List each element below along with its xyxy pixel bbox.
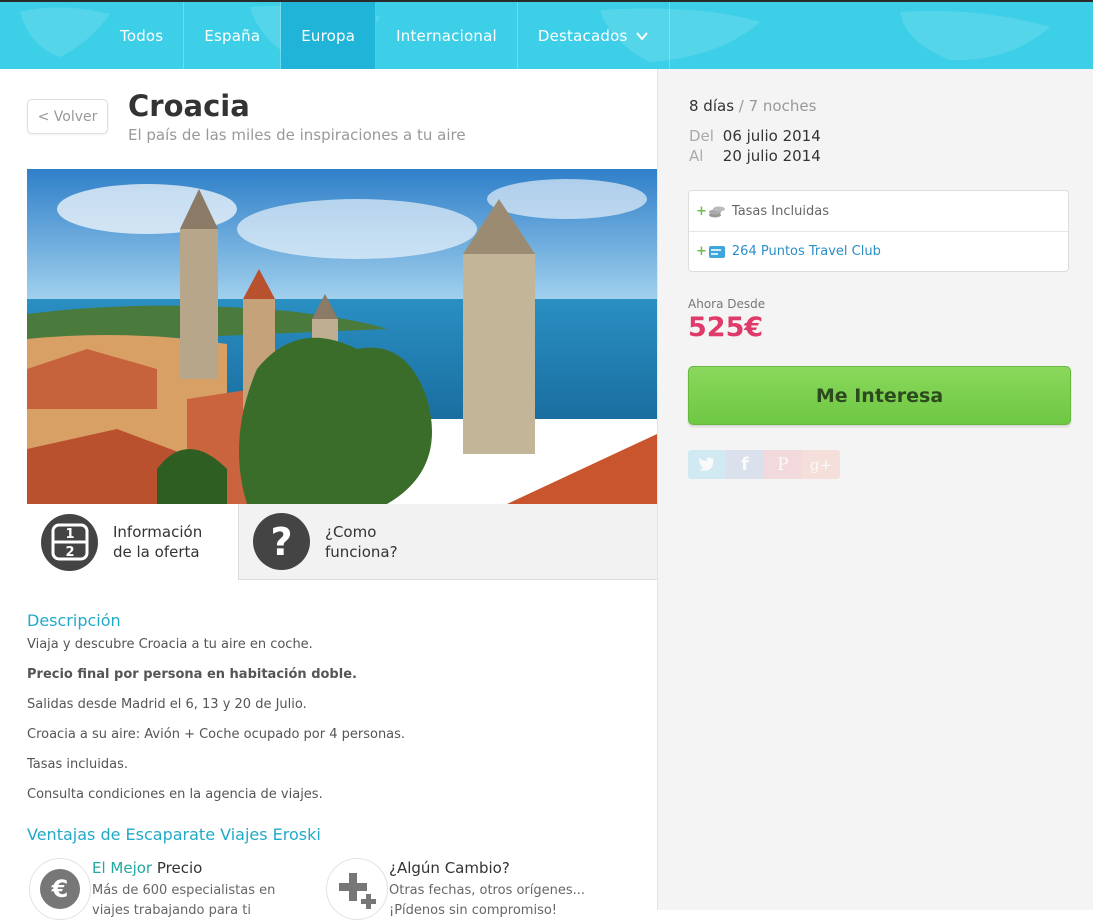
description-line: Precio final por persona en habitación d…	[27, 667, 357, 682]
half-icon: 1 2	[41, 513, 98, 571]
description-line: Salidas desde Madrid el 6, 13 y 20 de Ju…	[27, 697, 307, 712]
advantage-text-line1: Más de 600 especialistas en	[92, 883, 276, 898]
me-interesa-button[interactable]: Me Interesa	[688, 366, 1071, 425]
offer-tabs: 1 2 Información de la oferta ? ¿Como fun…	[27, 504, 657, 580]
extra-label: 264 Puntos Travel Club	[731, 244, 881, 259]
question-icon-glyph: ?	[270, 519, 293, 564]
description-heading: Descripción	[27, 611, 121, 630]
nights-count: / 7 noches	[738, 97, 817, 115]
chevron-down-icon	[636, 31, 649, 41]
offer-main-content: < Volver Croacia El país de las miles de…	[0, 69, 657, 920]
nav-item-label: Europa	[301, 26, 356, 45]
return-label: Al	[689, 147, 704, 165]
half-icon-bottom-digit: 2	[65, 545, 74, 560]
price-value: 525€	[688, 312, 764, 343]
google-plus-icon: g+	[809, 455, 833, 474]
advantage-title: El Mejor Precio	[92, 859, 202, 877]
tab-offer-info[interactable]: 1 2 Información de la oferta	[27, 504, 238, 580]
included-extras: + Tasas Incluidas + 264 Puntos Travel Cl…	[688, 190, 1069, 272]
cta-label: Me Interesa	[815, 384, 944, 407]
euro-icon: €	[29, 858, 91, 920]
tab-label-line1: ¿Como	[325, 522, 377, 541]
advantage-text-line2: ¡Pídenos sin compromiso!	[389, 903, 558, 918]
tab-label-line2: de la oferta	[113, 543, 200, 561]
advantage-text: Más de 600 especialistas en viajes traba…	[92, 881, 292, 921]
advantage-title-rest: ¿Algún Cambio?	[389, 859, 510, 877]
twitter-share-button[interactable]	[688, 450, 726, 479]
description-line: Tasas incluidas.	[27, 757, 128, 772]
nav-item-label: España	[204, 26, 261, 45]
days-count: 8 días	[689, 97, 735, 115]
advantages-heading: Ventajas de Escaparate Viajes Eroski	[27, 825, 321, 844]
page-subtitle: El país de las miles de inspiraciones a …	[128, 126, 466, 144]
pinterest-icon: P	[777, 454, 789, 475]
google-plus-share-button[interactable]: g+	[802, 450, 840, 479]
nav-item-label: Destacados	[537, 26, 628, 45]
extra-travel-club[interactable]: + 264 Puntos Travel Club	[689, 231, 1068, 271]
plus-icon	[326, 858, 388, 920]
question-icon: ?	[253, 513, 310, 570]
description-line: Viaja y descubre Croacia a tu aire en co…	[27, 637, 313, 652]
return-date: Al 20 julio 2014	[689, 147, 821, 165]
description-line: Croacia a su aire: Avión + Coche ocupado…	[27, 727, 406, 742]
euro-icon-glyph: €	[51, 875, 69, 903]
plus-icon: +	[696, 203, 707, 219]
description-line: Consulta condiciones en la agencia de vi…	[27, 787, 323, 802]
nav-item-internacional[interactable]: Internacional	[376, 2, 518, 69]
nav-item-label: Internacional	[396, 26, 497, 45]
page-title: Croacia	[128, 89, 250, 123]
half-icon-top-digit: 1	[65, 527, 74, 542]
nav-item-espana[interactable]: España	[184, 2, 282, 69]
advantage-text: Otras fechas, otros orígenes... ¡Pídenos…	[389, 881, 589, 921]
price-label: Ahora Desde	[688, 297, 766, 311]
advantage-title-rest: Precio	[152, 859, 203, 877]
departure-value: 06 julio 2014	[722, 127, 821, 145]
facebook-share-button[interactable]: f	[726, 450, 764, 479]
advantage-text-line1: Otras fechas, otros orígenes...	[389, 883, 586, 898]
nav-item-label: Todos	[120, 26, 164, 45]
plus-icon: +	[696, 244, 707, 259]
social-share: f P g+	[688, 450, 840, 479]
tab-label: Información de la oferta	[113, 522, 202, 562]
departure-date: Del 06 julio 2014	[689, 127, 821, 145]
tab-label: ¿Como funciona?	[325, 522, 398, 562]
advantage-title-highlight: El Mejor	[92, 859, 153, 877]
tab-label-line1: Información	[113, 523, 203, 541]
extra-label: Tasas Incluidas	[731, 203, 829, 219]
facebook-icon: f	[741, 454, 749, 475]
twitter-icon	[698, 457, 715, 471]
departure-label: Del	[689, 127, 714, 145]
tab-how-it-works[interactable]: ? ¿Como funciona?	[238, 504, 657, 580]
trip-duration: 8 días / 7 noches	[689, 97, 816, 115]
nav-item-todos[interactable]: Todos	[100, 2, 185, 69]
advantage-title: ¿Algún Cambio?	[389, 859, 510, 877]
tab-label-line2: funciona?	[325, 542, 398, 561]
back-button[interactable]: < Volver	[27, 99, 108, 134]
main-nav: Todos España Europa Internacional Destac…	[100, 2, 671, 69]
booking-sidebar: 8 días / 7 noches Del 06 julio 2014 Al 2…	[657, 69, 1093, 910]
coins-icon	[708, 206, 725, 218]
pinterest-share-button[interactable]: P	[764, 450, 802, 479]
return-value: 20 julio 2014	[722, 147, 821, 165]
back-button-label: < Volver	[37, 108, 98, 125]
extra-taxes: + Tasas Incluidas	[689, 191, 1068, 231]
nav-item-destacados[interactable]: Destacados	[518, 2, 671, 69]
nav-item-europa[interactable]: Europa	[281, 2, 377, 69]
advantage-text-line2: viajes trabajando para ti	[92, 903, 251, 918]
top-navigation-bar: Todos España Europa Internacional Destac…	[0, 0, 1093, 69]
destination-photo	[27, 169, 657, 504]
travel-club-card-icon	[708, 245, 725, 258]
